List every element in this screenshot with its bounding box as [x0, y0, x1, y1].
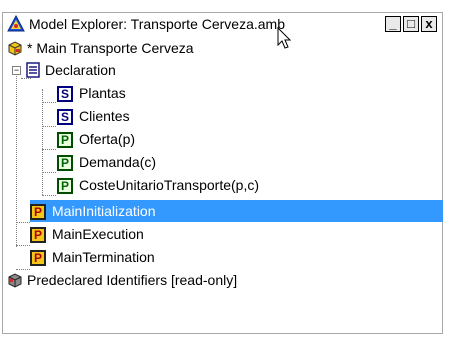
- tree-root[interactable]: * Main Transporte Cerveza: [3, 37, 442, 59]
- tree-item-label: MainExecution: [52, 226, 144, 242]
- tree-item-main-termination[interactable]: P MainTermination: [30, 246, 443, 268]
- procedure-icon: P: [30, 204, 46, 220]
- procedure-icon: P: [30, 227, 46, 243]
- model-explorer-window: Model Explorer: Transporte Cerveza.amb _…: [2, 12, 443, 334]
- procedure-icon: P: [30, 250, 46, 266]
- minimize-button[interactable]: _: [385, 16, 401, 32]
- parameter-icon: P: [57, 155, 73, 171]
- tree-item-label: MainTermination: [52, 249, 155, 265]
- tree-node-predeclared[interactable]: Predeclared Identifiers [read-only]: [3, 269, 442, 291]
- mouse-pointer-icon: [277, 27, 292, 49]
- parameter-icon: P: [57, 178, 73, 194]
- title-bar[interactable]: Model Explorer: Transporte Cerveza.amb _…: [3, 13, 442, 35]
- predeclared-box-icon: [8, 273, 22, 288]
- parameter-icon: P: [57, 132, 73, 148]
- tree-line: [16, 245, 30, 246]
- tree-item-label: Demanda(c): [79, 154, 157, 170]
- tree-root-label: * Main Transporte Cerveza: [27, 40, 194, 56]
- window-title: Model Explorer: Transporte Cerveza.amb: [29, 16, 285, 32]
- model-package-icon: [8, 41, 22, 56]
- tree-item-label: MainInitialization: [52, 203, 156, 219]
- set-icon: S: [57, 109, 73, 125]
- model-tree: * Main Transporte Cerveza − Declaration …: [3, 37, 443, 327]
- tree-item-label: Clientes: [79, 108, 130, 124]
- tree-node-label: Predeclared Identifiers [read-only]: [27, 272, 238, 288]
- tree-line: [16, 222, 30, 223]
- tree-item-oferta[interactable]: P Oferta(p): [3, 128, 442, 150]
- tree-item-label: Oferta(p): [79, 131, 136, 147]
- tree-node-label: Declaration: [45, 62, 116, 78]
- close-button[interactable]: x: [421, 16, 437, 32]
- tree-item-clientes[interactable]: S Clientes: [3, 105, 442, 127]
- collapse-toggle[interactable]: −: [12, 66, 21, 75]
- tree-item-plantas[interactable]: S Plantas: [3, 82, 442, 104]
- tree-item-label: CosteUnitarioTransporte(p,c): [79, 177, 259, 193]
- set-icon: S: [57, 86, 73, 102]
- tree-item-label: Plantas: [79, 85, 126, 101]
- tree-item-main-initialization[interactable]: P MainInitialization: [30, 200, 443, 222]
- tree-item-demanda[interactable]: P Demanda(c): [3, 151, 442, 173]
- declaration-book-icon: [26, 62, 40, 78]
- tree-node-declaration[interactable]: − Declaration: [3, 59, 442, 81]
- maximize-button[interactable]: □: [403, 16, 419, 32]
- tree-item-main-execution[interactable]: P MainExecution: [30, 223, 443, 245]
- aimms-app-icon: [7, 15, 25, 32]
- tree-item-coste-unitario-transporte[interactable]: P CosteUnitarioTransporte(p,c): [3, 174, 442, 196]
